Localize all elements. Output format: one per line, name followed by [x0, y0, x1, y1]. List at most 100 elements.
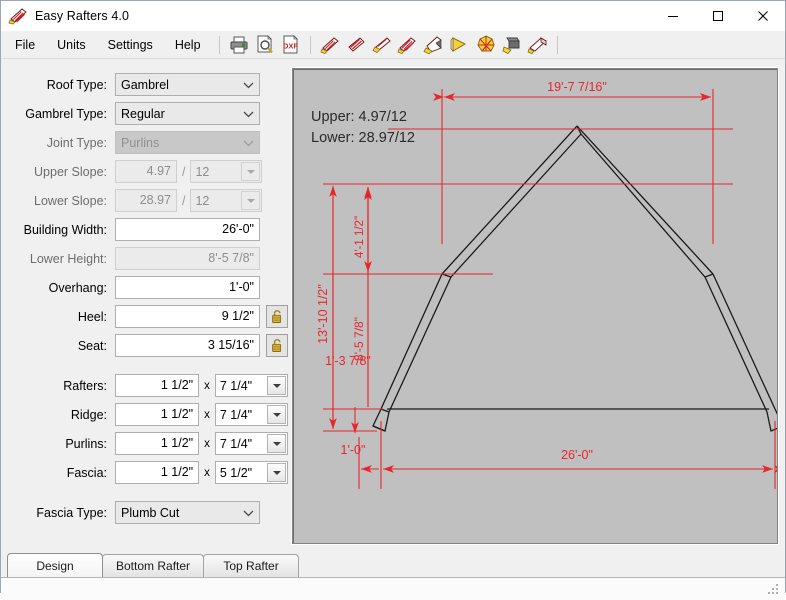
resize-grip[interactable]: [768, 584, 781, 597]
chevron-down-icon: [237, 103, 259, 124]
lower-slope-text: Lower: 28.97/12: [311, 130, 415, 146]
status-bar: [1, 577, 785, 600]
menu-file[interactable]: File: [5, 35, 45, 55]
dim-upper-rise: 4'-1 1/2": [354, 216, 366, 258]
roof-type-select[interactable]: Gambrel: [115, 73, 260, 96]
rafters-depth-select[interactable]: 7 1/4": [214, 374, 288, 397]
dimension-lines: [323, 89, 777, 489]
fascia-x-separator: x: [204, 466, 210, 479]
roof-drawing-panel[interactable]: Upper: 4.97/12 Lower: 28.97/12 19'-7 7/1…: [292, 68, 778, 544]
chevron-down-icon: [237, 502, 259, 523]
gambrel-type-select[interactable]: Regular: [115, 102, 260, 125]
common-rafter-icon[interactable]: [319, 34, 341, 55]
overhang-label: Overhang:: [48, 280, 107, 295]
seat-lock-button[interactable]: [266, 334, 288, 357]
roof-type-value: Gambrel: [121, 77, 169, 92]
row-heel: Heel: 9 1/2": [1, 305, 288, 328]
building-width-input[interactable]: 26'-0": [115, 218, 260, 241]
joint-type-value: Purlins: [121, 135, 160, 150]
unlocked-padlock-icon: [271, 339, 281, 352]
purlins-thickness-input[interactable]: 1 1/2": [115, 432, 200, 455]
row-rafters: Rafters: 1 1/2" x 7 1/4": [1, 374, 288, 397]
truss-outline: [372, 125, 777, 432]
dropdown-arrow-button: [241, 162, 261, 181]
chevron-down-icon: [237, 132, 259, 153]
fascia-depth-select[interactable]: 5 1/2": [214, 461, 288, 484]
purlins-depth-select[interactable]: 7 1/4": [214, 432, 288, 455]
lower-slope-rise-input: 28.97: [115, 189, 177, 212]
svg-text:DXF: DXF: [283, 42, 298, 51]
parameters-panel: Roof Type: Gambrel Gambrel Type: Regular: [1, 59, 288, 553]
toolbar-separator-3: [556, 35, 558, 54]
close-button[interactable]: [740, 1, 785, 31]
row-purlins: Purlins: 1 1/2" x 7 1/4": [1, 432, 288, 455]
fascia-icon[interactable]: [527, 34, 549, 55]
tab-bottom-rafter[interactable]: Bottom Rafter: [102, 554, 205, 577]
upper-slope-text: Upper: 4.97/12: [311, 109, 407, 125]
menu-bar: File Units Settings Help DXF: [1, 31, 785, 59]
menu-help[interactable]: Help: [165, 35, 211, 55]
rafters-thickness-input[interactable]: 1 1/2": [115, 374, 200, 397]
row-gambrel-type: Gambrel Type: Regular: [1, 102, 288, 125]
ridge-depth-select[interactable]: 7 1/4": [214, 403, 288, 426]
menu-units[interactable]: Units: [47, 35, 95, 55]
title-bar: Easy Rafters 4.0: [1, 1, 785, 31]
dropdown-arrow-button[interactable]: [267, 463, 286, 482]
print-preview-icon[interactable]: [254, 34, 276, 55]
heel-input[interactable]: 9 1/2": [115, 305, 260, 328]
purlins-depth-value: 7 1/4": [219, 436, 253, 451]
lower-slope-label: Lower Slope:: [34, 193, 107, 208]
tab-top-rafter[interactable]: Top Rafter: [203, 554, 300, 577]
dim-overhang: 1'-0": [341, 443, 366, 457]
ridge-thickness-input[interactable]: 1 1/2": [115, 403, 200, 426]
main-content: Roof Type: Gambrel Gambrel Type: Regular: [1, 59, 785, 553]
birdsmouth-icon[interactable]: [422, 34, 445, 55]
dropdown-arrow-button[interactable]: [267, 405, 286, 424]
jack-rafter-icon[interactable]: [397, 34, 419, 55]
fascia-type-label: Fascia Type:: [36, 505, 107, 520]
fascia-label: Fascia:: [66, 465, 107, 480]
upper-slope-rise-input: 4.97: [115, 160, 177, 183]
ridge-label: Ridge:: [70, 407, 107, 422]
tab-design[interactable]: Design: [7, 553, 103, 577]
toolbar-separator-2: [309, 35, 311, 54]
seat-label: Seat:: [77, 338, 107, 353]
dim-building-width: 26'-0": [561, 448, 593, 462]
ridge-icon[interactable]: [501, 34, 523, 55]
joint-type-label: Joint Type:: [46, 135, 107, 150]
maximize-button[interactable]: [695, 1, 740, 31]
dropdown-arrow-button: [241, 191, 261, 210]
lower-slope-separator: /: [182, 193, 186, 208]
upper-slope-label: Upper Slope:: [34, 164, 107, 179]
row-fascia: Fascia: 1 1/2" x 5 1/2": [1, 461, 288, 484]
rafters-depth-value: 7 1/4": [219, 378, 253, 393]
gambrel-type-label: Gambrel Type:: [25, 106, 107, 121]
fascia-type-select[interactable]: Plumb Cut: [115, 501, 260, 524]
dropdown-arrow-button[interactable]: [267, 434, 286, 453]
fascia-thickness-input[interactable]: 1 1/2": [115, 461, 200, 484]
row-overhang: Overhang: 1'-0": [1, 276, 288, 299]
unlocked-padlock-icon: [271, 310, 281, 323]
menu-settings[interactable]: Settings: [98, 35, 163, 55]
bevel-icon[interactable]: [449, 34, 471, 55]
overhang-input[interactable]: 1'-0": [115, 276, 260, 299]
ridge-x-separator: x: [204, 408, 210, 421]
hip-rafter-icon[interactable]: [345, 34, 367, 55]
dropdown-arrow-button[interactable]: [267, 376, 286, 395]
dxf-export-icon[interactable]: DXF: [280, 34, 302, 55]
lower-height-label: Lower Height:: [29, 251, 107, 266]
upper-slope-run-value: 12: [195, 164, 210, 179]
rafters-label: Rafters:: [63, 378, 107, 393]
purlins-x-separator: x: [204, 437, 210, 450]
fascia-depth-value: 5 1/2": [219, 465, 253, 480]
lower-slope-run-value: 12: [195, 193, 210, 208]
seat-input[interactable]: 3 15/16": [115, 334, 260, 357]
polygon-roof-icon[interactable]: [475, 34, 497, 55]
row-building-width: Building Width: 26'-0": [1, 218, 288, 241]
ridge-depth-value: 7 1/4": [219, 407, 253, 422]
application-window: Easy Rafters 4.0 File Units Settings Hel…: [0, 0, 786, 600]
minimize-button[interactable]: [650, 1, 695, 31]
valley-rafter-icon[interactable]: [371, 34, 393, 55]
print-icon[interactable]: [228, 34, 250, 55]
heel-lock-button[interactable]: [266, 305, 288, 328]
